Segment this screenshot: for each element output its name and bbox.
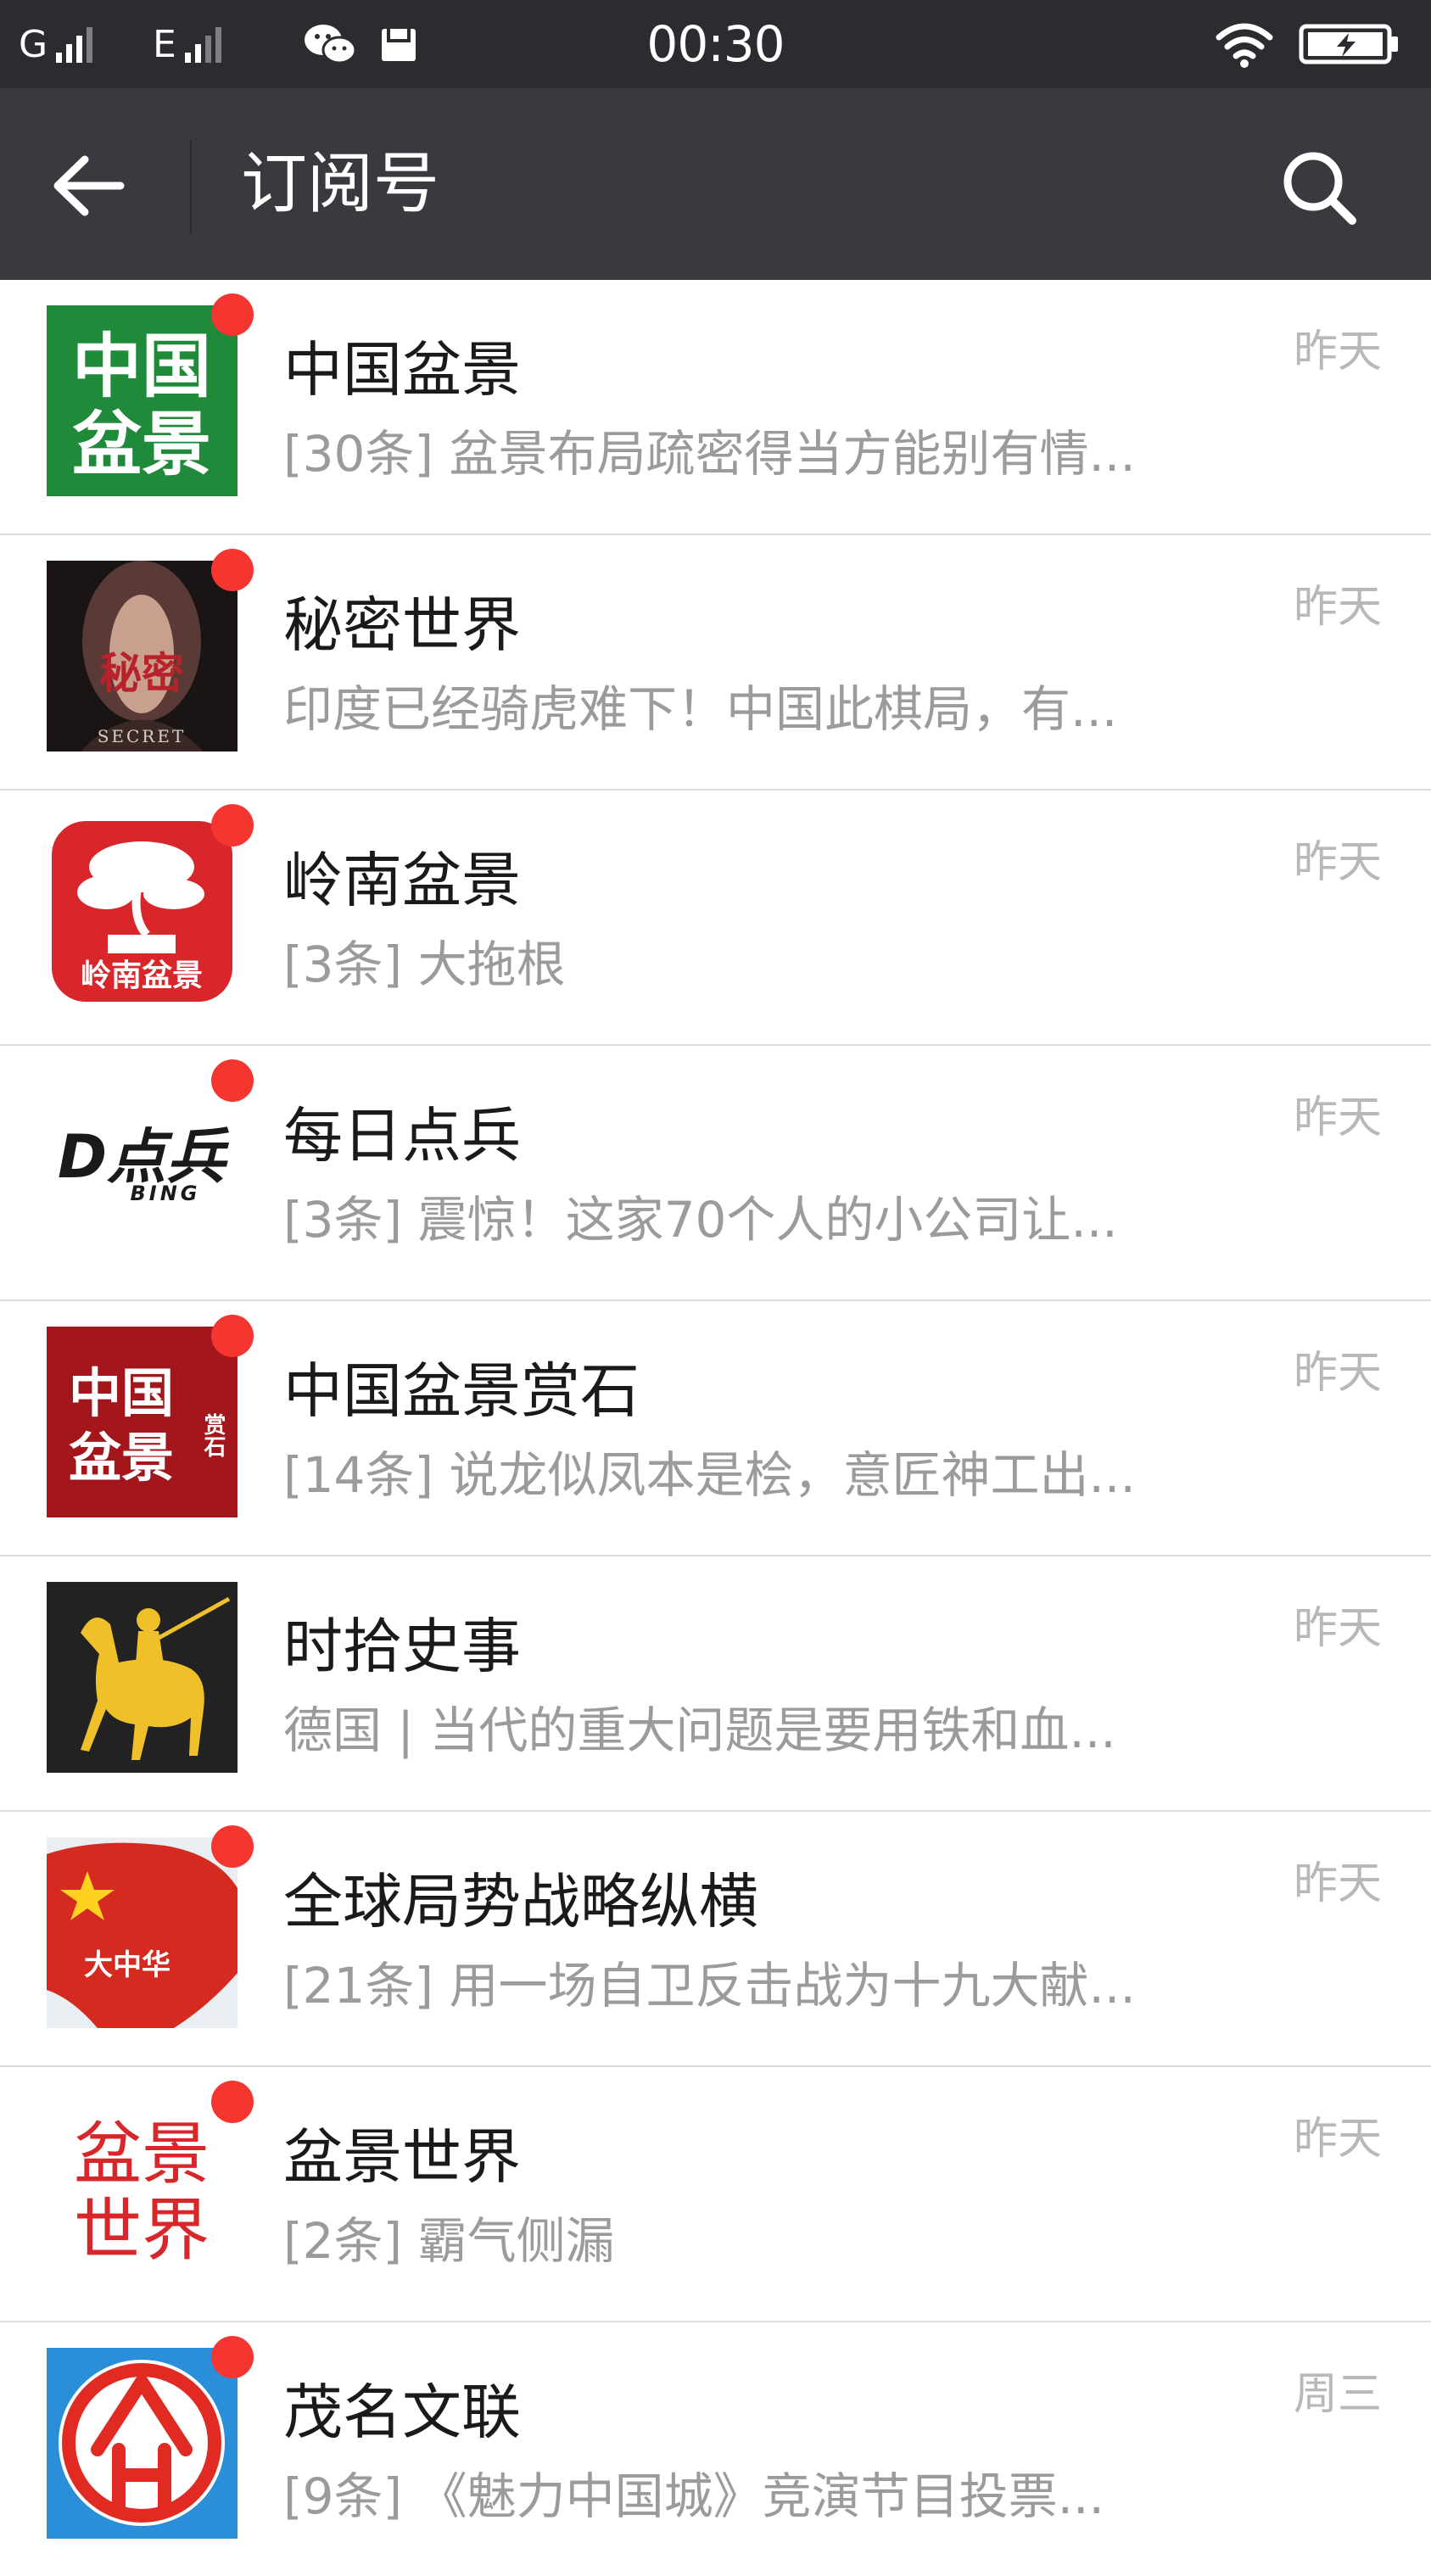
app-bar-divider xyxy=(190,141,192,234)
avatar: D点兵 BING xyxy=(47,1071,238,1262)
subscription-list: 中国 盆景 中国盆景 [30条] 盆景布局疏密得当方能别有情... 昨天 秘密 … xyxy=(0,280,1431,2576)
avatar xyxy=(47,2348,238,2539)
message-preview: 德国 | 当代的重大问题是要用铁和血... xyxy=(283,1702,1116,1759)
account-name: 秘密世界 xyxy=(283,590,521,660)
battery-charging-icon xyxy=(1298,0,1400,88)
timestamp: 昨天 xyxy=(1293,2114,1382,2165)
timestamp: 昨天 xyxy=(1293,327,1382,377)
account-name: 岭南盆景 xyxy=(283,846,521,915)
timestamp: 周三 xyxy=(1293,2369,1382,2420)
avatar: 中国 盆景 xyxy=(47,305,238,496)
message-preview: [2条] 霸气侧漏 xyxy=(283,2212,615,2270)
avatar-text: 世界 xyxy=(74,2191,210,2270)
status-bar: G E 00:30 xyxy=(0,0,1431,88)
account-name: 茂名文联 xyxy=(283,2378,521,2447)
app-bar: 订阅号 xyxy=(0,88,1431,280)
timestamp: 昨天 xyxy=(1293,1092,1382,1143)
list-item[interactable]: D点兵 BING 每日点兵 [3条] 震惊！这家70个人的小公司让... 昨天 xyxy=(0,1046,1431,1301)
timestamp: 昨天 xyxy=(1293,1603,1382,1654)
avatar-text: 中国 xyxy=(72,327,211,407)
message-preview: [3条] 震惊！这家70个人的小公司让... xyxy=(283,1191,1118,1249)
list-item[interactable]: 中国 盆景 中国盆景 [30条] 盆景布局疏密得当方能别有情... 昨天 xyxy=(0,280,1431,535)
search-button[interactable] xyxy=(1272,141,1366,234)
account-name: 盆景世界 xyxy=(283,2122,521,2192)
arrow-left-icon xyxy=(53,155,125,216)
avatar xyxy=(47,1582,238,1773)
unread-badge xyxy=(211,2336,254,2378)
list-item[interactable]: 大中华 全球局势战略纵横 [21条] 用一场自卫反击战为十九大献... 昨天 xyxy=(0,1812,1431,2067)
message-preview: [21条] 用一场自卫反击战为十九大献... xyxy=(283,1957,1136,2014)
avatar-text: 盆景 xyxy=(72,405,211,485)
message-preview: [9条] 《魅力中国城》竞演节目投票... xyxy=(283,2467,1104,2525)
account-name: 时拾史事 xyxy=(283,1612,521,1681)
timestamp: 昨天 xyxy=(1293,582,1382,633)
account-name: 中国盆景 xyxy=(283,335,521,405)
message-preview: [3条] 大拖根 xyxy=(283,936,566,993)
avatar-text: SECRET xyxy=(98,726,187,746)
list-item[interactable]: 盆景 世界 盆景世界 [2条] 霸气侧漏 昨天 xyxy=(0,2067,1431,2322)
unread-badge xyxy=(211,1315,254,1357)
message-preview: [30条] 盆景布局疏密得当方能别有情... xyxy=(283,425,1136,483)
list-item[interactable]: 时拾史事 德国 | 当代的重大问题是要用铁和血... 昨天 xyxy=(0,1556,1431,1812)
timestamp: 昨天 xyxy=(1293,1858,1382,1909)
account-name: 中国盆景赏石 xyxy=(283,1356,640,1426)
avatar: 盆景 世界 xyxy=(47,2093,238,2283)
magnifier-icon xyxy=(1283,152,1356,225)
unread-badge xyxy=(211,1825,254,1868)
avatar: 大中华 xyxy=(47,1837,238,2028)
avatar-text: 赏石 xyxy=(200,1413,226,1458)
unread-badge xyxy=(211,2081,254,2123)
wifi-icon xyxy=(1215,0,1274,88)
unread-badge xyxy=(211,1059,254,1102)
list-item[interactable]: 岭南盆景 岭南盆景 [3条] 大拖根 昨天 xyxy=(0,791,1431,1046)
emblem-icon xyxy=(47,2348,238,2539)
unread-badge xyxy=(211,293,254,336)
timestamp: 昨天 xyxy=(1293,1348,1382,1399)
avatar: 中国 盆景 赏石 xyxy=(47,1327,238,1517)
unread-badge xyxy=(211,804,254,847)
avatar-text: 大中华 xyxy=(84,1948,170,1982)
avatar-text: 盆景 xyxy=(69,1427,174,1489)
back-button[interactable] xyxy=(42,139,136,232)
avatar-text: 盆景 xyxy=(74,2115,210,2193)
list-item[interactable]: 秘密 SECRET 秘密世界 印度已经骑虎难下！中国此棋局，有... 昨天 xyxy=(0,535,1431,791)
avatar-text: BING xyxy=(130,1182,200,1205)
avatar-text: 中国 xyxy=(69,1362,174,1424)
account-name: 全球局势战略纵横 xyxy=(283,1867,758,1936)
page-title: 订阅号 xyxy=(241,146,440,222)
message-preview: [14条] 说龙似凤本是桧，意匠神工出... xyxy=(283,1446,1136,1504)
unread-badge xyxy=(211,549,254,591)
avatar: 岭南盆景 xyxy=(47,816,238,1007)
avatar-text: 秘密 xyxy=(99,648,184,698)
message-preview: 印度已经骑虎难下！中国此棋局，有... xyxy=(283,680,1118,738)
list-item[interactable]: 茂名文联 [9条] 《魅力中国城》竞演节目投票... 周三 xyxy=(0,2322,1431,2576)
avatar-text: 岭南盆景 xyxy=(81,958,203,993)
timestamp: 昨天 xyxy=(1293,837,1382,888)
horse-rider-icon xyxy=(47,1582,238,1773)
list-item[interactable]: 中国 盆景 赏石 中国盆景赏石 [14条] 说龙似凤本是桧，意匠神工出... 昨… xyxy=(0,1301,1431,1556)
account-name: 每日点兵 xyxy=(283,1101,521,1171)
avatar: 秘密 SECRET xyxy=(47,561,238,752)
